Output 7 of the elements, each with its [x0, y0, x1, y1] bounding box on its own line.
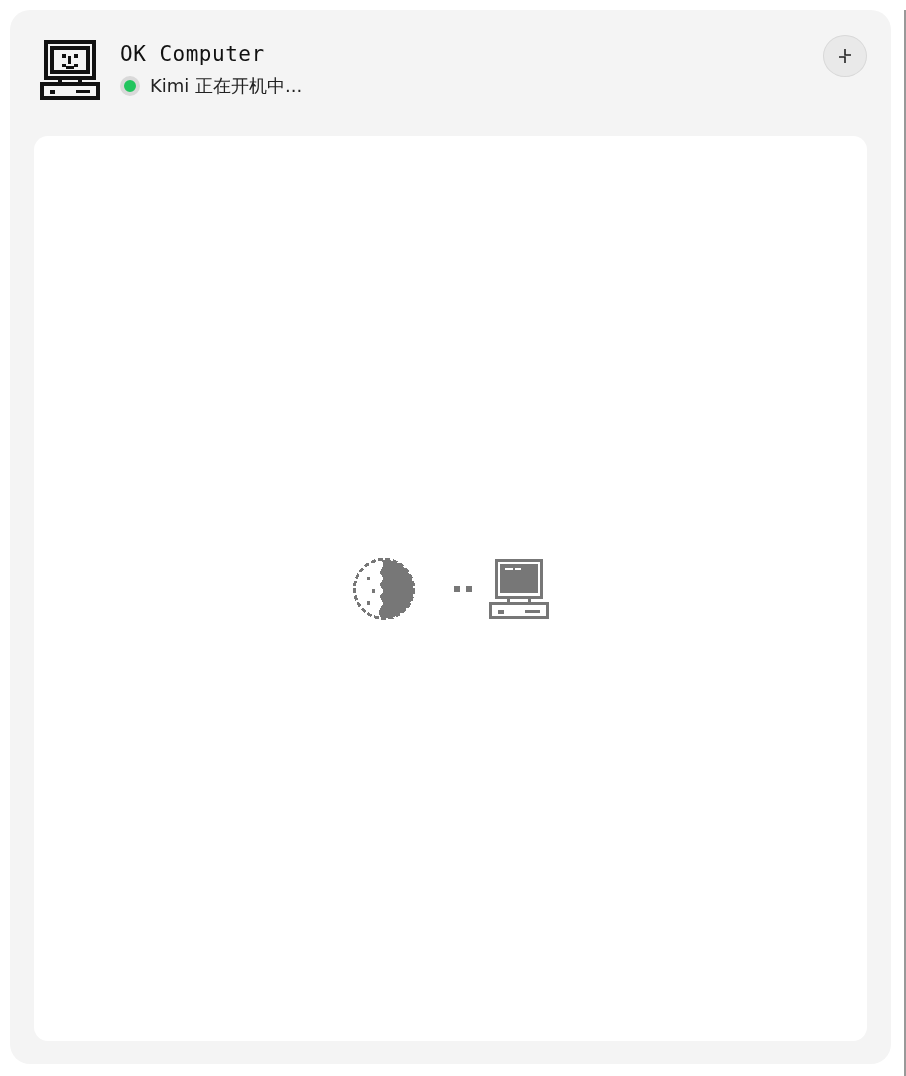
status-text: Kimi 正在开机中...: [150, 74, 303, 98]
ellipsis-icon: [453, 585, 472, 592]
moon-icon: [351, 556, 416, 621]
computer-icon: [487, 557, 550, 620]
collapse-button[interactable]: [823, 35, 867, 77]
app-title: OK Computer: [120, 41, 266, 68]
computer-icon: [40, 40, 100, 100]
